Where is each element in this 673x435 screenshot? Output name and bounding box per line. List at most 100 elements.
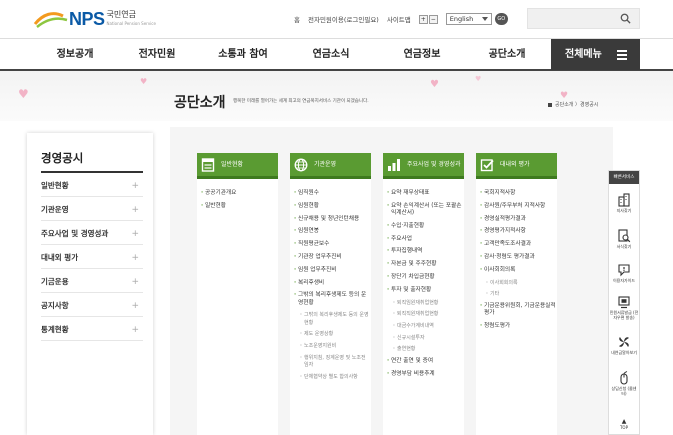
page-description: 행복한 미래를 열어가는 세계 최고의 연금복지서비스 기관이 되겠습니다.	[233, 99, 369, 104]
card-link[interactable]: 신규채용 및 청년인턴채용	[294, 216, 370, 223]
card-link[interactable]: 요약 재무상태표	[387, 190, 463, 197]
card-link[interactable]: 복리후생비	[294, 280, 370, 287]
quick-item-civil-documents[interactable]: 민원서류발급 (전자우편 발송)	[609, 295, 639, 320]
breadcrumb: 공단소개 〉경영공시	[548, 101, 598, 108]
content-area: 일반현황 공공기관개요일반현황 기관운영 임직원수임원현황신규채용 및 청년인턴…	[170, 127, 613, 435]
card-link[interactable]: 임원현황	[294, 203, 370, 210]
utility-menu: 홈 전자민원이용(로그인필요) 사이트맵 + − English GO	[294, 12, 508, 26]
card-header[interactable]: 주요사업 및 경영성과	[383, 153, 464, 179]
card-link[interactable]: 일반현황	[201, 203, 277, 210]
card-link[interactable]: 주요사업	[387, 236, 463, 243]
card-sub-link[interactable]: 그밖의 복리후생제도 등의 운영현황	[294, 312, 370, 326]
side-nav-item-statistics[interactable]: 통계현황 +	[41, 319, 143, 341]
quick-item-user-guide[interactable]: 이용자가이드	[609, 263, 639, 283]
side-nav-item-operation[interactable]: 기관운영 +	[41, 199, 143, 221]
quick-item-branch-finder[interactable]: 지사찾기	[609, 193, 639, 213]
side-nav-divider	[41, 171, 143, 173]
card-header[interactable]: 대내외 평가	[476, 153, 557, 179]
card-title: 일반현황	[221, 161, 244, 168]
card-link[interactable]: 투자집행내역	[387, 248, 463, 255]
side-nav-item-business[interactable]: 주요사업 및 경영성과 +	[41, 223, 143, 245]
card-header[interactable]: 일반현황	[197, 153, 278, 179]
font-increase-button[interactable]: +	[418, 14, 428, 24]
pinwheel-icon	[619, 337, 629, 347]
plus-icon: +	[131, 277, 139, 287]
card-sub-link[interactable]: 퇴직임원재취업현황	[387, 300, 463, 307]
quick-item-label: 상담신청 (콜센터)	[611, 386, 637, 396]
back-to-top-button[interactable]: ▲ TOP	[609, 419, 639, 431]
side-nav-item-general[interactable]: 일반현황 +	[41, 175, 143, 197]
gnb-item-about[interactable]: 공단소개	[472, 39, 542, 70]
util-link-home[interactable]: 홈	[294, 14, 300, 24]
sub-visual-banner: ♥ ♥ ♥ ♥ ♥	[0, 71, 673, 121]
font-decrease-button[interactable]: −	[428, 14, 438, 24]
card-sub-link[interactable]: 기타	[480, 291, 556, 298]
card-link[interactable]: 자본금 및 주주현황	[387, 261, 463, 268]
card-link[interactable]: 고객만족도조사결과	[480, 241, 556, 248]
card-link[interactable]: 그밖의 복리후생제도 등의 운영현황	[294, 292, 370, 306]
side-nav-label: 대내외 평가	[41, 253, 79, 262]
quick-item-my-pension[interactable]: 내연금알아보기	[609, 335, 639, 355]
language-select[interactable]: English	[445, 13, 492, 25]
globe-icon	[294, 158, 308, 172]
side-nav-label: 기금운용	[41, 277, 69, 286]
card-sub-link[interactable]: 퇴직직원재취업현황	[387, 311, 463, 318]
card-link[interactable]: 감사원/주무부처 지적사항	[480, 203, 556, 210]
card-link[interactable]: 장단기 차입금현황	[387, 274, 463, 281]
quick-item-consultation[interactable]: 상담신청 (콜센터)	[609, 371, 639, 396]
side-nav-item-evaluation[interactable]: 대내외 평가 +	[41, 247, 143, 269]
card-link[interactable]: 감사·청렴도 평가결과	[480, 254, 556, 261]
heart-decoration-icon: ♥	[560, 91, 569, 101]
gnb-item-eservice[interactable]: 전자민원	[122, 39, 192, 70]
mouse-icon	[620, 371, 628, 385]
nps-logo[interactable]: NPS 국민연금 National Pension Service	[33, 6, 156, 32]
side-nav-item-notice[interactable]: 공지사항 +	[41, 295, 143, 317]
card-link[interactable]: 경영부담 비용추계	[387, 371, 463, 378]
gnb-item-communication[interactable]: 소통과 참여	[203, 39, 283, 70]
card-sub-link[interactable]: 제도 운영상황	[294, 331, 370, 338]
card-sub-link[interactable]: 단체협약상 별도 합의사항	[294, 374, 370, 381]
search-icon[interactable]	[620, 13, 631, 24]
card-link[interactable]: 연간 출연 및 증여	[387, 358, 463, 365]
card-link[interactable]: 요약 손익계산서 (또는 포괄손익계산서)	[387, 203, 463, 217]
gnb-item-pension-news[interactable]: 연금소식	[296, 39, 366, 70]
card-link[interactable]: 경영실적평가결과	[480, 216, 556, 223]
card-link[interactable]: 직원평균보수	[294, 241, 370, 248]
gnb-item-info-disclosure[interactable]: 정보공개	[40, 39, 110, 70]
card-sub-link[interactable]: 행위지침, 징계운영 및 노조전임자	[294, 355, 370, 369]
card-sub-link[interactable]: 노조운영지원비	[294, 343, 370, 350]
form-search-icon	[618, 229, 631, 243]
card-sub-link[interactable]: 이사회회의록	[480, 280, 556, 287]
card-link[interactable]: 임원연봉	[294, 228, 370, 235]
side-nav-item-fund[interactable]: 기금운용 +	[41, 271, 143, 293]
card-sub-link[interactable]: 신규시설투자	[387, 335, 463, 342]
card-header[interactable]: 기관운영	[290, 153, 371, 179]
card-link[interactable]: 투자 및 출자현황	[387, 287, 463, 294]
card-link[interactable]: 임직원수	[294, 190, 370, 197]
util-link-sitemap[interactable]: 사이트맵	[387, 14, 411, 24]
util-link-eservice[interactable]: 전자민원이용(로그인필요)	[308, 14, 379, 24]
card-link[interactable]: 국회지적사항	[480, 190, 556, 197]
card-link[interactable]: 공공기관개요	[201, 190, 277, 197]
side-navigation: 경영공시 일반현황 + 기관운영 + 주요사업 및 경영성과 + 대내외 평가 + 기금…	[27, 133, 153, 435]
card-link[interactable]: 경영평가지적사항	[480, 228, 556, 235]
card-link[interactable]: 임원 업무추진비	[294, 267, 370, 274]
card-link[interactable]: 청렴도평가	[480, 323, 556, 330]
gnb-item-pension-info[interactable]: 연금정보	[387, 39, 457, 70]
card-general: 일반현황 공공기관개요일반현황	[197, 153, 278, 435]
document-icon	[201, 158, 215, 172]
all-menu-button[interactable]: 전체메뉴	[551, 39, 640, 70]
language-go-button[interactable]: GO	[494, 13, 508, 25]
search-input[interactable]	[527, 8, 640, 29]
card-link[interactable]: 기금운용위원회, 기금운용실적평가	[480, 303, 556, 317]
side-nav-label: 기관운영	[41, 205, 69, 214]
plus-icon: +	[131, 301, 139, 311]
card-title: 주요사업 및 경영성과	[407, 161, 461, 168]
monitor-icon	[618, 296, 630, 309]
card-link[interactable]: 기관장 업무추진비	[294, 254, 370, 261]
card-sub-link[interactable]: 대금수가계비내역	[387, 323, 463, 330]
card-sub-link[interactable]: 출연현황	[387, 346, 463, 353]
quick-item-form-finder[interactable]: 서식찾기	[609, 229, 639, 249]
card-link[interactable]: 이사회회의록	[480, 267, 556, 274]
card-link[interactable]: 수입·지출현황	[387, 223, 463, 230]
